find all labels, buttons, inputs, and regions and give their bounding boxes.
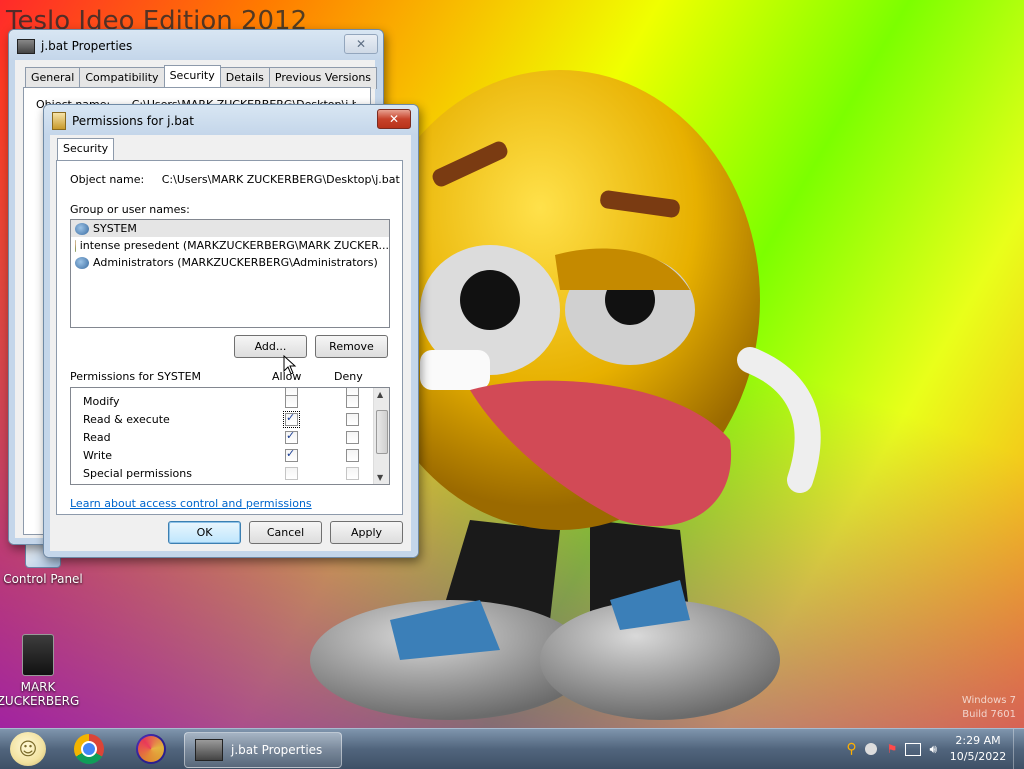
- close-button[interactable]: ✕: [344, 34, 378, 54]
- taskbar-window-label: j.bat Properties: [231, 743, 323, 757]
- deny-column-header: Deny: [334, 370, 363, 383]
- watermark-line: Build 7601: [962, 709, 1016, 720]
- allow-checkbox[interactable]: [283, 410, 300, 428]
- permission-row: Modify: [83, 392, 383, 410]
- show-desktop-button[interactable]: [1013, 729, 1024, 769]
- properties-tabs: General Compatibility Security Details P…: [25, 65, 378, 89]
- list-item[interactable]: SYSTEM: [71, 220, 389, 237]
- mouse-cursor-icon: [283, 355, 297, 375]
- allow-checkbox[interactable]: [285, 429, 298, 444]
- permission-name: Write: [83, 448, 113, 462]
- group-users-icon: [75, 256, 89, 269]
- scrollbar-thumb[interactable]: [376, 410, 388, 454]
- action-center-icon[interactable]: ⚑: [887, 742, 898, 756]
- tab-details[interactable]: Details: [219, 67, 270, 89]
- permission-row: Special permissions: [83, 464, 383, 482]
- desktop-icon-label: Control Panel: [3, 572, 83, 586]
- permission-row: Read: [83, 428, 383, 446]
- bat-file-icon: [17, 38, 35, 54]
- taskbar-window-button[interactable]: j.bat Properties: [184, 732, 342, 768]
- clock[interactable]: 2:29 AM 10/5/2022: [943, 733, 1013, 765]
- start-orb-smiley-icon: ☺: [18, 738, 38, 760]
- deny-checkbox[interactable]: [346, 412, 359, 426]
- permission-row: Read & execute: [83, 410, 383, 428]
- tab-compatibility[interactable]: Compatibility: [79, 67, 165, 89]
- tab-previous-versions[interactable]: Previous Versions: [268, 67, 378, 89]
- group-users-icon: [75, 222, 89, 235]
- network-icon[interactable]: [905, 742, 922, 756]
- permissions-dialog[interactable]: Permissions for j.bat ✕ Security Object …: [43, 104, 419, 558]
- permission-row: Write: [83, 446, 383, 464]
- allow-checkbox: [285, 466, 298, 480]
- chrome-icon: [81, 741, 97, 757]
- close-button[interactable]: ✕: [377, 109, 411, 129]
- file-permissions-icon: [52, 112, 66, 130]
- user-name: intense presedent (MARKZUCKERBERG\MARK Z…: [79, 239, 389, 252]
- permission-name: Special permissions: [83, 466, 192, 480]
- list-item[interactable]: intense presedent (MARKZUCKERBERG\MARK Z…: [71, 237, 389, 254]
- apply-button[interactable]: Apply: [330, 521, 403, 544]
- deny-checkbox[interactable]: [346, 448, 359, 462]
- allow-checkbox[interactable]: [285, 394, 298, 408]
- user-folder-icon: [22, 634, 54, 676]
- permission-name: Read & execute: [83, 412, 170, 426]
- deny-checkbox[interactable]: [346, 430, 359, 444]
- list-item[interactable]: Administrators (MARKZUCKERBERG\Administr…: [71, 254, 389, 271]
- properties-window-icon: [195, 739, 223, 761]
- taskbar: ☺ j.bat Properties ⚲ ⚑ 🔊︎ 2:29 AM 10/5/2…: [0, 728, 1024, 769]
- start-button[interactable]: ☺: [10, 732, 46, 766]
- object-name-label: Object name:: [70, 173, 145, 186]
- desktop-icon-user-folder[interactable]: MARK ZUCKERBERG: [0, 634, 83, 708]
- object-name-value: C:\Users\MARK ZUCKERBERG\Desktop\j.bat: [161, 173, 400, 186]
- user-name: Administrators (MARKZUCKERBERG\Administr…: [93, 256, 378, 269]
- users-listbox[interactable]: SYSTEM intense presedent (MARKZUCKERBERG…: [70, 219, 390, 328]
- ok-button[interactable]: OK: [168, 521, 241, 544]
- scroll-up-arrow-icon[interactable]: ▲: [377, 390, 383, 399]
- firefox-taskbar-button[interactable]: [136, 734, 166, 764]
- properties-titlebar[interactable]: j.bat Properties: [17, 36, 132, 56]
- permissions-scrollbar[interactable]: ▲ ▼: [373, 388, 389, 484]
- chrome-taskbar-button[interactable]: [74, 734, 104, 764]
- permissions-tabs: Security: [57, 138, 115, 162]
- permissions-for-label: Permissions for SYSTEM: [70, 370, 202, 383]
- watermark-line: Windows 7: [961, 695, 1016, 706]
- permission-name: Modify: [83, 394, 120, 408]
- permissions-panel: Object name: C:\Users\MARK ZUCKERBERG\De…: [56, 160, 403, 515]
- cancel-button[interactable]: Cancel: [249, 521, 322, 544]
- dialog-title: Permissions for j.bat: [72, 114, 194, 128]
- allow-checkbox[interactable]: [285, 447, 298, 462]
- minus-tray-icon[interactable]: [864, 743, 877, 755]
- firefox-icon: [138, 736, 164, 762]
- volume-icon[interactable]: 🔊︎: [929, 742, 937, 757]
- tab-general[interactable]: General: [25, 67, 81, 89]
- permissions-titlebar[interactable]: Permissions for j.bat: [52, 111, 194, 131]
- user-name: SYSTEM: [93, 222, 137, 235]
- deny-checkbox: [346, 466, 359, 480]
- clock-time: 2:29 AM: [955, 734, 1001, 747]
- deny-checkbox[interactable]: [346, 394, 359, 408]
- clock-date: 10/5/2022: [949, 750, 1007, 763]
- system-tray: ⚲ ⚑ 🔊︎ 2:29 AM 10/5/2022: [846, 729, 1024, 769]
- remove-button[interactable]: Remove: [315, 335, 388, 358]
- tab-security[interactable]: Security: [57, 138, 115, 160]
- desktop-icon-label: MARK ZUCKERBERG: [0, 680, 80, 708]
- scroll-down-arrow-icon[interactable]: ▼: [377, 473, 383, 482]
- window-title: j.bat Properties: [41, 39, 133, 53]
- permission-name: Read: [83, 430, 111, 444]
- search-tray-icon[interactable]: ⚲: [846, 741, 856, 757]
- permissions-list[interactable]: Modify Read & execute Read Write Special: [70, 387, 390, 485]
- learn-more-link[interactable]: Learn about access control and permissio…: [70, 497, 312, 510]
- user-icon: [75, 239, 76, 252]
- windows-watermark: Windows 7 Build 7601: [962, 694, 1016, 722]
- tab-security[interactable]: Security: [163, 65, 221, 87]
- group-names-label: Group or user names:: [70, 203, 190, 216]
